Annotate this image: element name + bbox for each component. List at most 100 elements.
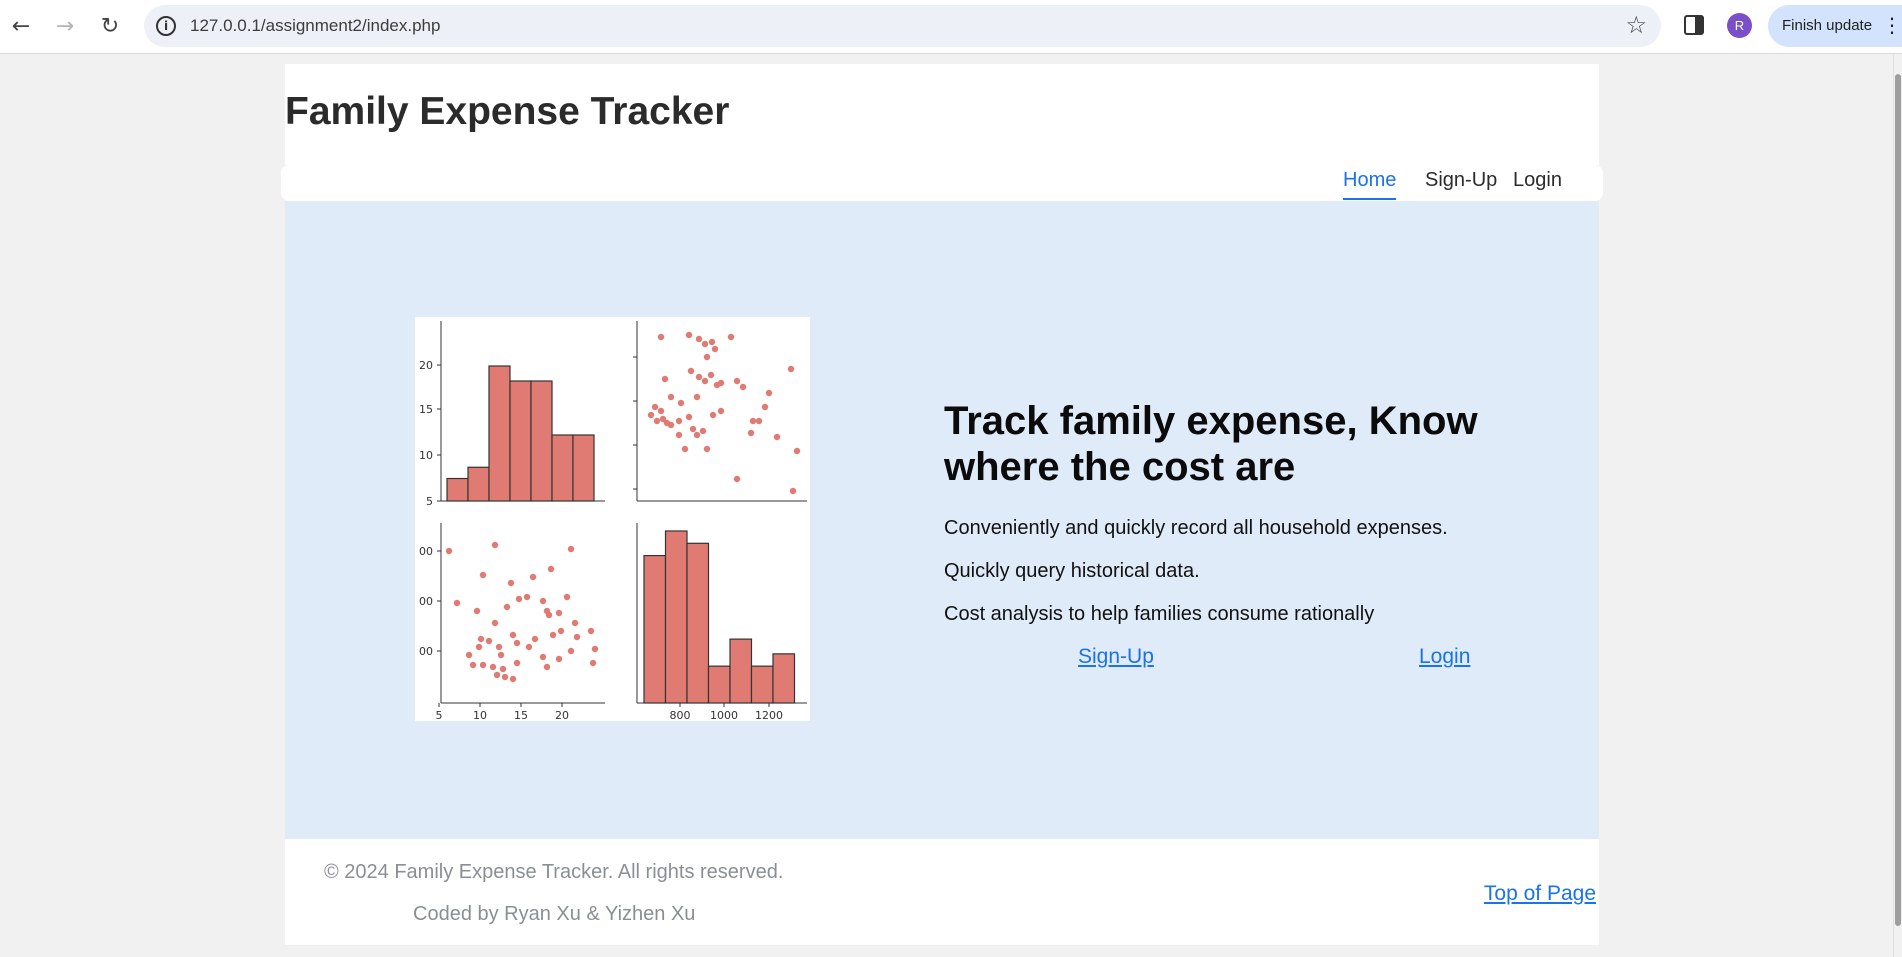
x-tick-label: 1000 <box>710 709 738 721</box>
nav-home[interactable]: Home <box>1343 169 1397 200</box>
scatter-point <box>547 565 555 573</box>
finish-update-label: Finish update <box>1782 17 1873 34</box>
histogram-bar <box>686 542 710 704</box>
scatter-point <box>475 643 483 651</box>
scatter-point <box>557 627 565 635</box>
scatter-point <box>497 651 505 659</box>
site-header: Family Expense Tracker <box>285 64 1599 165</box>
finish-update-button[interactable]: Finish update ⋮ <box>1768 5 1902 47</box>
scatter-point <box>507 579 515 587</box>
scatter-point <box>727 333 735 341</box>
scatter-point <box>493 671 501 679</box>
scatter-point <box>657 407 665 415</box>
x-tick-label: 15 <box>514 709 528 721</box>
scatter-point <box>701 377 709 385</box>
scatter-point <box>761 403 769 411</box>
scatter-point <box>773 433 781 441</box>
browser-toolbar: ← → ↻ i 127.0.0.1/assignment2/index.php … <box>0 0 1902 54</box>
scatter-point <box>661 375 669 383</box>
bookmark-star-icon[interactable]: ☆ <box>1625 11 1647 39</box>
reload-icon[interactable]: ↻ <box>94 10 126 42</box>
histogram-bar <box>664 530 688 704</box>
histogram-bar <box>446 477 469 502</box>
scatter-point <box>689 425 697 433</box>
footer-copyright: © 2024 Family Expense Tracker. All right… <box>324 861 784 883</box>
profile-avatar[interactable]: R <box>1727 13 1752 38</box>
top-of-page-link[interactable]: Top of Page <box>1484 882 1596 906</box>
scatter-point <box>543 663 551 671</box>
pairplot-image: 5 10 15 20 00 00 00 5 10 15 20 800 1000 1200 <box>415 317 810 721</box>
histogram-bar <box>509 380 532 502</box>
scatter-point <box>787 365 795 373</box>
scatter-point <box>651 403 659 411</box>
hero-headline: Track family expense, Know where the cos… <box>944 399 1478 489</box>
scatter-point <box>473 607 481 615</box>
scatter-point <box>647 411 655 419</box>
scatter-point <box>499 665 507 673</box>
scatter-point <box>675 417 683 425</box>
x-tick-label: 5 <box>436 709 443 721</box>
hero-signup-link[interactable]: Sign-Up <box>1078 645 1154 669</box>
hero-feature-2: Quickly query historical data. <box>944 560 1200 582</box>
scatter-point <box>501 673 509 681</box>
scatter-point <box>687 367 695 375</box>
scatter-point <box>445 547 453 555</box>
histogram-bar <box>707 665 731 704</box>
back-arrow-icon[interactable]: ← <box>5 10 37 42</box>
scatter-point <box>677 399 685 407</box>
scatter-point <box>755 417 763 425</box>
scatter-point <box>701 340 709 348</box>
scatter-point <box>589 659 597 667</box>
scatter-point <box>509 631 517 639</box>
scatter-point <box>733 377 741 385</box>
scatter-point <box>523 593 531 601</box>
scatter-point <box>667 393 675 401</box>
scatter-point <box>529 573 537 581</box>
scatter-point <box>789 487 797 495</box>
x-tick-label: 1200 <box>755 709 783 721</box>
site-info-icon[interactable]: i <box>156 16 176 36</box>
y-tick-label: 15 <box>419 403 433 416</box>
scatter-point <box>495 643 503 651</box>
nav-login[interactable]: Login <box>1513 169 1562 198</box>
site-footer: © 2024 Family Expense Tracker. All right… <box>285 839 1599 945</box>
scrollbar-thumb[interactable] <box>1895 74 1901 926</box>
nav-signup[interactable]: Sign-Up <box>1425 169 1497 198</box>
scatter-point <box>477 635 485 643</box>
scatter-point <box>491 541 499 549</box>
hero-feature-3: Cost analysis to help families consume r… <box>944 603 1375 625</box>
x-tick-label: 20 <box>555 709 569 721</box>
side-panel-icon[interactable] <box>1684 15 1704 35</box>
x-tick-label: 10 <box>473 709 487 721</box>
scatter-point <box>479 571 487 579</box>
scatter-point <box>479 661 487 669</box>
hero-login-link[interactable]: Login <box>1419 645 1470 669</box>
scatter-point <box>591 645 599 653</box>
y-tick-label: 00 <box>419 595 433 608</box>
scatter-point <box>539 597 547 605</box>
y-tick-label: 00 <box>419 545 433 558</box>
scatter-point <box>491 619 499 627</box>
scatter-point <box>685 331 693 339</box>
y-tick-label: 5 <box>426 495 433 508</box>
scatter-point <box>675 431 683 439</box>
scatter-point <box>653 417 661 425</box>
scatter-point <box>465 651 473 659</box>
scatter-point <box>699 427 707 435</box>
scatter-point <box>587 627 595 635</box>
url-text[interactable]: 127.0.0.1/assignment2/index.php <box>190 16 440 36</box>
scatter-point <box>555 609 563 617</box>
hero-section: 5 10 15 20 00 00 00 5 10 15 20 800 1000 1200 Track fa… <box>285 201 1599 839</box>
scatter-point <box>717 407 725 415</box>
scatter-point <box>513 659 521 667</box>
x-tick-label: 800 <box>670 709 691 721</box>
y-tick-label: 00 <box>419 645 433 658</box>
main-nav: Home Sign-Up Login <box>281 165 1603 201</box>
histogram-bar <box>551 434 574 502</box>
address-bar[interactable]: i 127.0.0.1/assignment2/index.php ☆ <box>144 5 1661 47</box>
forward-arrow-icon[interactable]: → <box>49 10 81 42</box>
scatter-point <box>749 417 757 425</box>
scatter-point <box>509 675 517 683</box>
scatter-point <box>571 619 579 627</box>
more-menu-icon[interactable]: ⋮ <box>1882 13 1902 37</box>
